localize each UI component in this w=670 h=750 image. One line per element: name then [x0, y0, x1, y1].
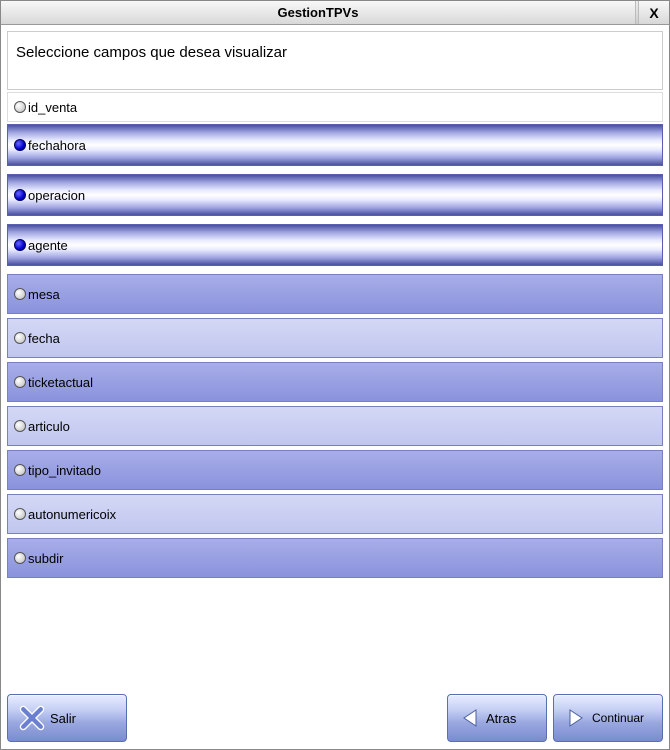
radio-icon[interactable] [14, 189, 26, 201]
field-label: id_venta [28, 100, 77, 115]
field-label: fecha [28, 331, 60, 346]
back-button-label: Atras [486, 711, 516, 726]
back-button[interactable]: Atras [447, 694, 547, 742]
field-row-agente[interactable]: agente [7, 224, 663, 266]
app-window: GestionTPVs X Seleccione campos que dese… [0, 0, 670, 750]
radio-icon[interactable] [14, 288, 26, 300]
arrow-left-icon [458, 706, 482, 730]
field-row-articulo[interactable]: articulo [7, 406, 663, 446]
field-label: agente [28, 238, 68, 253]
footer: Salir Atras Continuar [1, 687, 669, 749]
field-row-subdir[interactable]: subdir [7, 538, 663, 578]
exit-button[interactable]: Salir [7, 694, 127, 742]
field-row-tipo_invitado[interactable]: tipo_invitado [7, 450, 663, 490]
radio-icon[interactable] [14, 332, 26, 344]
field-label: fechahora [28, 138, 86, 153]
exit-button-label: Salir [50, 711, 76, 726]
radio-icon[interactable] [14, 464, 26, 476]
continue-button[interactable]: Continuar [553, 694, 663, 742]
fields-list: id_venta fechahora operacion agente mesa fech… [7, 92, 663, 582]
radio-icon[interactable] [14, 552, 26, 564]
field-label: mesa [28, 287, 60, 302]
window-title: GestionTPVs [1, 1, 635, 24]
field-label: articulo [28, 419, 70, 434]
arrow-right-icon [564, 706, 588, 730]
titlebar: GestionTPVs X [1, 1, 669, 25]
field-label: autonumericoix [28, 507, 116, 522]
content-area: Seleccione campos que desea visualizar i… [1, 25, 669, 687]
field-row-id_venta[interactable]: id_venta [7, 92, 663, 122]
field-row-fecha[interactable]: fecha [7, 318, 663, 358]
radio-icon[interactable] [14, 420, 26, 432]
field-label: operacion [28, 188, 85, 203]
field-label: subdir [28, 551, 63, 566]
close-button[interactable]: X [639, 1, 669, 24]
radio-icon[interactable] [14, 376, 26, 388]
field-row-fechahora[interactable]: fechahora [7, 124, 663, 166]
radio-icon[interactable] [14, 239, 26, 251]
radio-icon[interactable] [14, 101, 26, 113]
field-label: tipo_invitado [28, 463, 101, 478]
prompt-text: Seleccione campos que desea visualizar [7, 31, 663, 90]
field-row-autonumericoix[interactable]: autonumericoix [7, 494, 663, 534]
radio-icon[interactable] [14, 139, 26, 151]
field-row-ticketactual[interactable]: ticketactual [7, 362, 663, 402]
radio-icon[interactable] [14, 508, 26, 520]
field-row-mesa[interactable]: mesa [7, 274, 663, 314]
x-icon [18, 704, 46, 732]
field-label: ticketactual [28, 375, 93, 390]
continue-button-label: Continuar [592, 711, 644, 725]
field-row-operacion[interactable]: operacion [7, 174, 663, 216]
